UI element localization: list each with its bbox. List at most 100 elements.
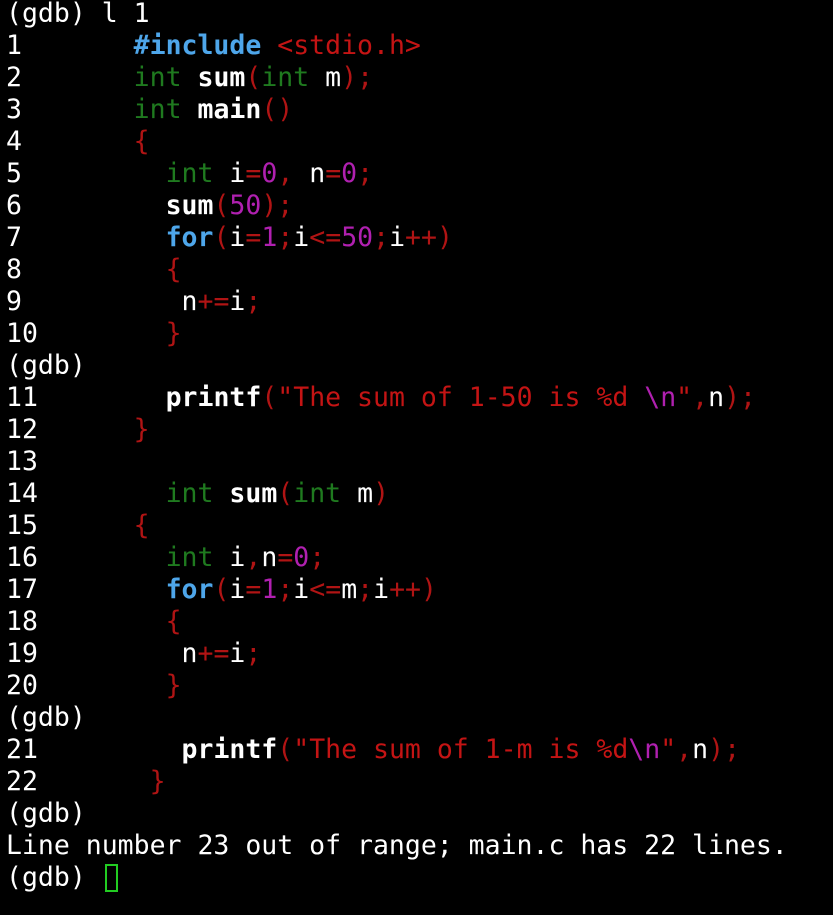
line-number: 15 xyxy=(6,510,38,541)
gdb-terminal[interactable]: (gdb) l 11 #include <stdio.h> 2 int sum(i… xyxy=(6,0,833,894)
source-line: 7 for(i=1;i<=50;i++) xyxy=(6,222,833,254)
source-line: 19 n+=i; xyxy=(6,638,833,670)
source-code: } xyxy=(134,414,150,445)
line-number: 3 xyxy=(6,94,22,125)
code-token: ); xyxy=(724,382,756,413)
source-line: 8 { xyxy=(6,254,833,286)
code-token: n xyxy=(133,638,198,669)
code-token: ( xyxy=(213,190,230,221)
code-token: main xyxy=(197,94,262,125)
source-line: 10 } xyxy=(6,318,833,350)
tab-gap xyxy=(22,30,134,61)
source-code: sum(50); xyxy=(134,190,294,221)
line-number: 9 xyxy=(6,286,22,317)
line-number: 8 xyxy=(6,254,22,285)
source-code: } xyxy=(134,766,166,797)
text-cursor[interactable] xyxy=(104,864,118,892)
tab-gap xyxy=(38,606,134,637)
gdb-prompt-text: (gdb) xyxy=(6,862,102,893)
gdb-prompt-text: (gdb) xyxy=(6,702,86,733)
source-line: 4 { xyxy=(6,126,833,158)
source-line: 9 n+=i; xyxy=(6,286,833,318)
code-token: i xyxy=(229,574,246,605)
code-token: sum xyxy=(165,190,214,221)
tab-gap xyxy=(38,574,134,605)
code-token: n xyxy=(708,382,725,413)
code-token: } xyxy=(133,414,150,445)
code-token: { xyxy=(133,510,150,541)
code-token: ; xyxy=(357,158,374,189)
line-number: 20 xyxy=(6,670,38,701)
code-token: 0 xyxy=(261,158,278,189)
gdb-input-line[interactable]: (gdb) xyxy=(6,862,833,894)
code-token: printf xyxy=(165,382,262,413)
code-token: sum xyxy=(197,62,246,93)
tab-gap xyxy=(22,94,134,125)
source-line: 11 printf("The sum of 1-50 is %d \n",n); xyxy=(6,382,833,414)
code-token: int xyxy=(133,62,182,93)
line-number: 19 xyxy=(6,638,38,669)
code-token: ; xyxy=(245,638,262,669)
code-token: i xyxy=(213,542,246,573)
source-code: } xyxy=(134,670,182,701)
code-token: int xyxy=(133,94,182,125)
source-line: 15 { xyxy=(6,510,833,542)
line-number: 21 xyxy=(6,734,38,765)
source-code: } xyxy=(134,318,182,349)
code-token: i xyxy=(229,638,246,669)
code-token: , xyxy=(692,382,709,413)
line-number: 4 xyxy=(6,126,22,157)
line-number: 5 xyxy=(6,158,22,189)
tab-gap xyxy=(22,126,134,157)
code-token: n xyxy=(692,734,709,765)
line-number: 11 xyxy=(6,382,38,413)
code-token: ( xyxy=(277,478,294,509)
code-token: i xyxy=(373,574,390,605)
code-token: " xyxy=(660,734,677,765)
code-token: \n xyxy=(644,382,677,413)
line-number: 10 xyxy=(6,318,38,349)
code-token: i xyxy=(213,158,246,189)
code-token: n xyxy=(133,286,198,317)
gdb-prompt-text: (gdb) l 1 xyxy=(6,0,150,29)
line-number: 18 xyxy=(6,606,38,637)
tab-gap xyxy=(22,222,134,253)
line-number: 16 xyxy=(6,542,38,573)
code-token: <= xyxy=(309,574,342,605)
code-token: ); xyxy=(708,734,741,765)
tab-gap xyxy=(22,190,134,221)
source-line: 12 } xyxy=(6,414,833,446)
code-token: ( xyxy=(261,382,278,413)
source-line: 13 xyxy=(6,446,833,478)
source-code: { xyxy=(134,606,182,637)
code-token: i xyxy=(229,222,246,253)
source-line: 6 sum(50); xyxy=(6,190,833,222)
tab-gap xyxy=(22,254,134,285)
code-token: , xyxy=(245,542,262,573)
tab-gap xyxy=(38,478,134,509)
code-token: printf xyxy=(181,734,278,765)
code-token: = xyxy=(325,158,342,189)
code-token: { xyxy=(165,606,182,637)
line-number: 7 xyxy=(6,222,22,253)
code-token: 1 xyxy=(261,222,278,253)
code-token: i xyxy=(293,222,310,253)
line-number: 14 xyxy=(6,478,38,509)
code-token: int xyxy=(165,158,214,189)
code-token: " xyxy=(676,382,693,413)
source-code: int sum(int m) xyxy=(134,478,389,509)
source-line: 5 int i=0, n=0; xyxy=(6,158,833,190)
code-token: ( xyxy=(213,222,230,253)
